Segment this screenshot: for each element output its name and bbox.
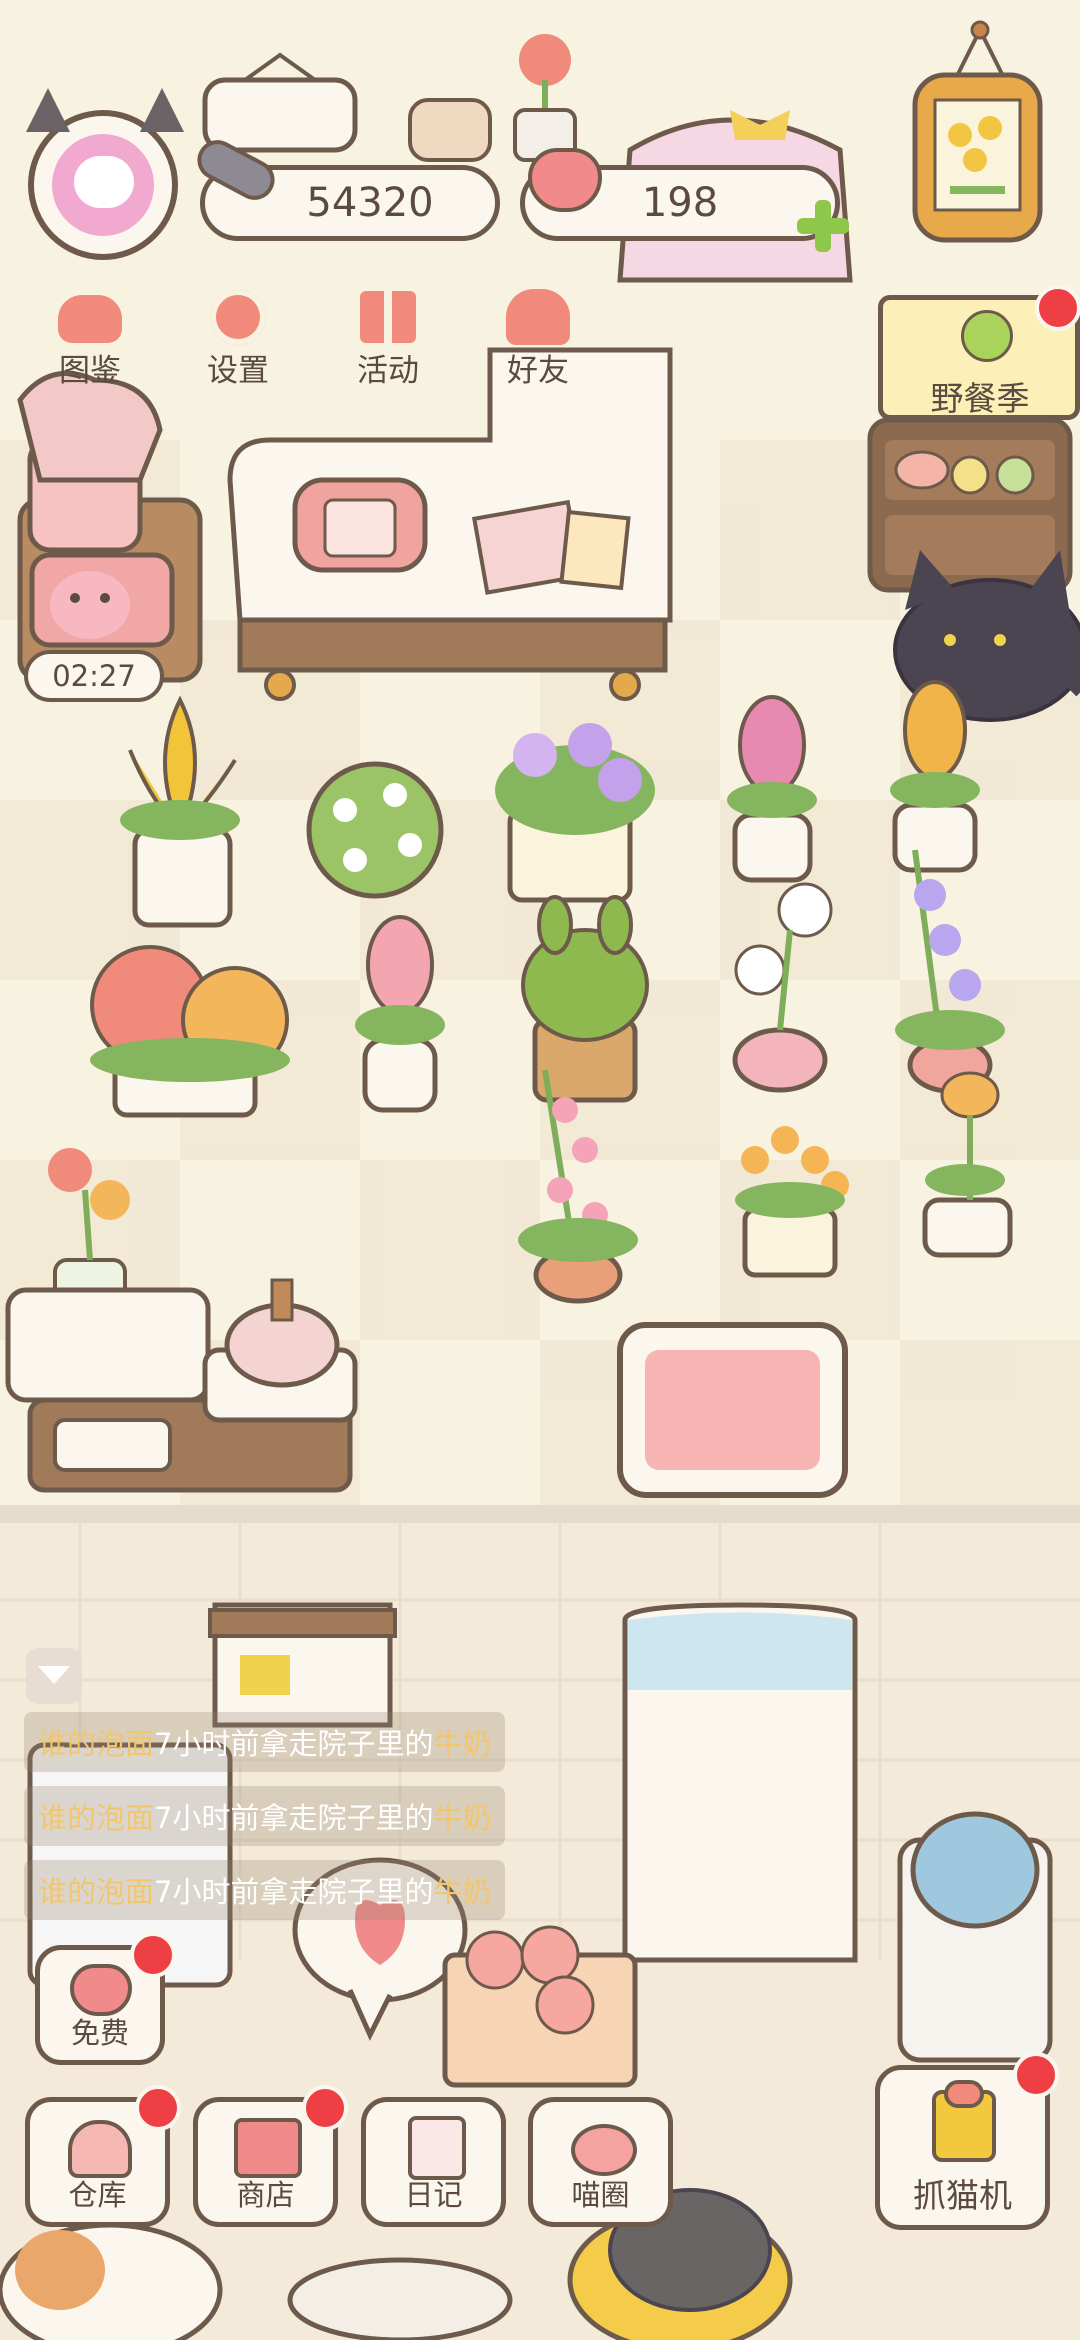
- fish-count: 54320: [306, 180, 434, 226]
- production-timer: 02:27: [24, 650, 164, 702]
- warehouse-notification-badge: [135, 2085, 181, 2131]
- feed-message: 谁的泡面 7小时前拿走院子里的 牛奶: [24, 1712, 506, 1772]
- shop-icon: [234, 2118, 302, 2178]
- event-notification-badge: [1035, 285, 1080, 331]
- feed-collapse-toggle[interactable]: [26, 1648, 82, 1704]
- cat-planet-icon: [571, 2124, 637, 2176]
- claw-notification-badge: [1013, 2052, 1059, 2098]
- catalog-cat-icon: [58, 295, 122, 343]
- avatar-cat-ears: [20, 88, 190, 132]
- menu-catalog-label: 图鉴: [59, 353, 121, 389]
- free-heart-icon: [70, 1964, 132, 2016]
- menu-events-label: 活动: [357, 353, 419, 389]
- menu-friends-button[interactable]: 好友: [478, 285, 598, 395]
- add-hearts-button[interactable]: [793, 196, 853, 256]
- feed-user: 谁的泡面: [38, 1727, 155, 1761]
- heart-icon: [528, 148, 602, 212]
- diary-button[interactable]: 日记: [361, 2097, 506, 2227]
- menu-settings-button[interactable]: 设置: [178, 285, 298, 395]
- feed-user: 谁的泡面: [38, 1801, 155, 1835]
- menu-events-button[interactable]: 活动: [328, 285, 448, 395]
- claw-machine-label: 抓猫机: [913, 2176, 1012, 2215]
- feed-action: 7小时前拿走院子里的: [154, 1727, 434, 1761]
- feed-item: 牛奶: [433, 1875, 492, 1909]
- player-avatar[interactable]: [28, 110, 178, 260]
- menu-settings-label: 设置: [207, 353, 269, 389]
- game-screen: 54320 198 图鉴 设置 活动 好友 02:27 野餐季 谁的泡面 7小时前…: [0, 0, 1080, 2340]
- warehouse-icon: [68, 2120, 132, 2178]
- friends-icon: [506, 289, 570, 345]
- shop-notification-badge: [302, 2085, 348, 2131]
- picnic-event-label: 野餐季: [930, 379, 1030, 418]
- cat-circle-button[interactable]: 喵圈: [528, 2097, 673, 2227]
- warehouse-label: 仓库: [68, 2178, 127, 2212]
- diary-icon: [408, 2116, 466, 2180]
- apple-icon: [961, 310, 1013, 362]
- claw-top-icon: [944, 2080, 984, 2108]
- feed-action: 7小时前拿走院子里的: [154, 1875, 434, 1909]
- chevron-down-icon: [38, 1666, 70, 1684]
- heart-count: 198: [641, 180, 719, 226]
- menu-friends-label: 好友: [507, 353, 569, 389]
- feed-message: 谁的泡面 7小时前拿走院子里的 牛奶: [24, 1860, 506, 1920]
- diary-label: 日记: [404, 2178, 463, 2212]
- feed-message: 谁的泡面 7小时前拿走院子里的 牛奶: [24, 1786, 506, 1846]
- free-label: 免费: [70, 2016, 129, 2050]
- feed-item: 牛奶: [433, 1801, 492, 1835]
- feed-user: 谁的泡面: [38, 1875, 155, 1909]
- settings-gear-icon: [210, 289, 266, 345]
- cat-circle-label: 喵圈: [571, 2178, 630, 2212]
- feed-item: 牛奶: [433, 1727, 492, 1761]
- menu-catalog-button[interactable]: 图鉴: [30, 285, 150, 395]
- feed-action: 7小时前拿走院子里的: [154, 1801, 434, 1835]
- avatar-bunny-icon: [74, 156, 134, 208]
- free-notification-badge: [130, 1932, 176, 1978]
- shop-label: 商店: [236, 2178, 295, 2212]
